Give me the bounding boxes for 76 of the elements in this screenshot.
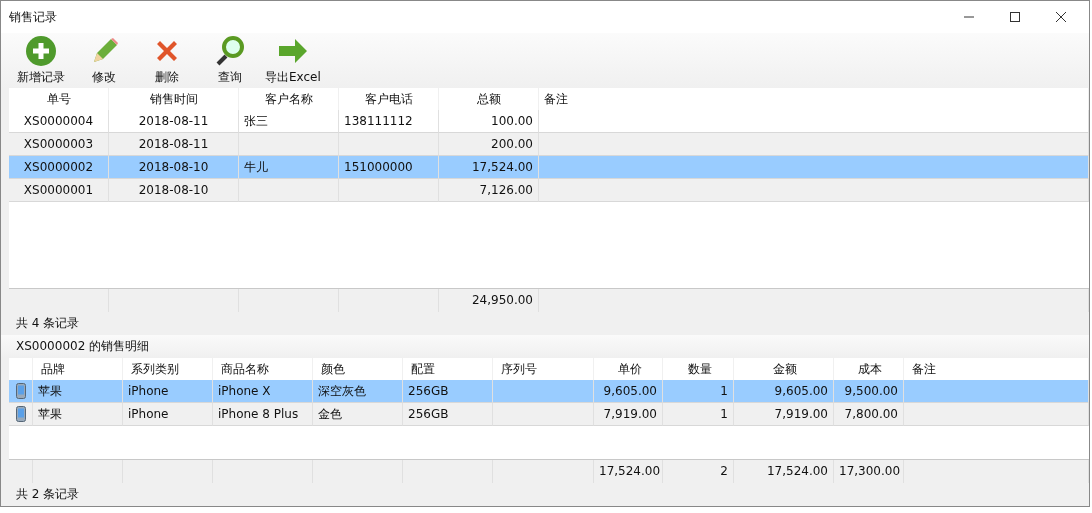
column-header[interactable]: 客户名称 xyxy=(264,92,313,106)
total-cell: 17,524.00 xyxy=(599,464,661,478)
toolbar-button[interactable]: 修改 xyxy=(72,33,135,88)
column-header[interactable]: 销售时间 xyxy=(149,92,198,106)
close-icon[interactable] xyxy=(1055,11,1067,23)
table-cell: 牛儿 xyxy=(244,160,268,174)
column-header[interactable]: 金额 xyxy=(773,362,797,376)
table-cell: XS0000001 xyxy=(23,183,94,197)
column-header[interactable]: 单价 xyxy=(617,362,642,376)
table-cell: 17,524.00 xyxy=(471,160,533,174)
window-title: 销售记录 xyxy=(9,8,57,26)
table-cell: 金色 xyxy=(318,407,342,421)
table-cell: 9,500.00 xyxy=(844,384,898,398)
table-cell: 9,605.00 xyxy=(603,384,657,398)
table-cell: iPhone xyxy=(128,384,169,398)
column-header[interactable]: 商品名称 xyxy=(221,362,269,376)
table-cell: XS0000004 xyxy=(23,114,94,128)
column-header[interactable]: 单号 xyxy=(46,92,71,106)
column-header[interactable]: 配置 xyxy=(411,362,435,376)
toolbar-button[interactable]: 新增记录 xyxy=(9,33,72,88)
toolbar-button[interactable]: 删除 xyxy=(135,33,198,88)
table-row[interactable]: 苹果 iPhone iPhone X 深空灰色 256GB 9,605.00 1 9,605.00 9,500.00 xyxy=(9,380,1089,403)
record-count: 共 2 条记录 xyxy=(16,486,80,503)
table-cell: 2018-08-11 xyxy=(138,114,209,128)
toolbar-button[interactable]: 查询 xyxy=(198,33,261,88)
table-cell: XS0000003 xyxy=(23,137,94,151)
table-cell: 256GB xyxy=(408,384,449,398)
column-header[interactable]: 系列类别 xyxy=(131,362,179,376)
toolbar-button[interactable]: 导出Excel xyxy=(261,33,325,88)
section-title: XS0000002 的销售明细 xyxy=(16,338,150,355)
table-cell: 151000000 xyxy=(344,160,413,174)
table-cell: XS0000002 xyxy=(23,160,94,174)
table-cell: 张三 xyxy=(244,114,268,128)
table-cell: 苹果 xyxy=(38,407,62,421)
plus-icon xyxy=(24,35,57,67)
column-header[interactable]: 序列号 xyxy=(501,362,537,376)
table-cell: iPhone xyxy=(128,407,169,421)
table-row[interactable]: XS0000003 2018-08-11 200.00 xyxy=(9,133,1089,156)
table-cell: 2018-08-11 xyxy=(138,137,209,151)
table-cell: 100.00 xyxy=(491,114,533,128)
maximize-icon[interactable] xyxy=(1009,11,1021,23)
column-header[interactable]: 备注 xyxy=(544,92,568,106)
table-row[interactable]: XS0000001 2018-08-10 7,126.00 xyxy=(9,179,1089,202)
total-cell: 17,300.00 xyxy=(839,464,901,478)
total-cell: 17,524.00 xyxy=(766,464,828,478)
table-cell: 1 xyxy=(720,384,728,398)
record-count: 共 4 条记录 xyxy=(16,315,80,332)
table-cell: 苹果 xyxy=(38,384,62,398)
column-header[interactable]: 品牌 xyxy=(41,362,65,376)
table-cell: 深空灰色 xyxy=(318,384,366,398)
table-cell: 1 xyxy=(720,407,728,421)
table-row[interactable]: 苹果 iPhone iPhone 8 Plus 金色 256GB 7,919.00 1 7,919.00 7,800.00 xyxy=(9,403,1089,426)
table-cell: 7,800.00 xyxy=(844,407,898,421)
phone-icon xyxy=(15,406,26,422)
column-header[interactable]: 客户电话 xyxy=(364,92,413,106)
total-cell: 2 xyxy=(720,464,728,478)
table-cell: 200.00 xyxy=(491,137,533,151)
table-cell: 256GB xyxy=(408,407,449,421)
phone-icon xyxy=(15,383,26,399)
table-cell: 9,605.00 xyxy=(774,384,828,398)
table-cell: 7,126.00 xyxy=(479,183,533,197)
table-cell: 138111112 xyxy=(344,114,413,128)
total-cell: 24,950.00 xyxy=(471,293,533,307)
table-row[interactable]: XS0000004 2018-08-11 张三 138111112 100.00 xyxy=(9,110,1089,133)
column-header[interactable]: 备注 xyxy=(912,362,936,376)
column-header[interactable]: 成本 xyxy=(858,362,882,376)
table-cell: iPhone 8 Plus xyxy=(218,407,299,421)
column-header[interactable]: 数量 xyxy=(687,362,712,376)
table-cell: 7,919.00 xyxy=(603,407,657,421)
table-cell: iPhone X xyxy=(218,384,271,398)
table-cell: 2018-08-10 xyxy=(138,160,209,174)
table-cell: 2018-08-10 xyxy=(138,183,209,197)
table-row[interactable]: XS0000002 2018-08-10 牛儿 151000000 17,524.00 xyxy=(9,156,1089,179)
column-header[interactable]: 总额 xyxy=(476,92,501,106)
table-cell: 7,919.00 xyxy=(774,407,828,421)
column-header[interactable]: 颜色 xyxy=(321,362,345,376)
